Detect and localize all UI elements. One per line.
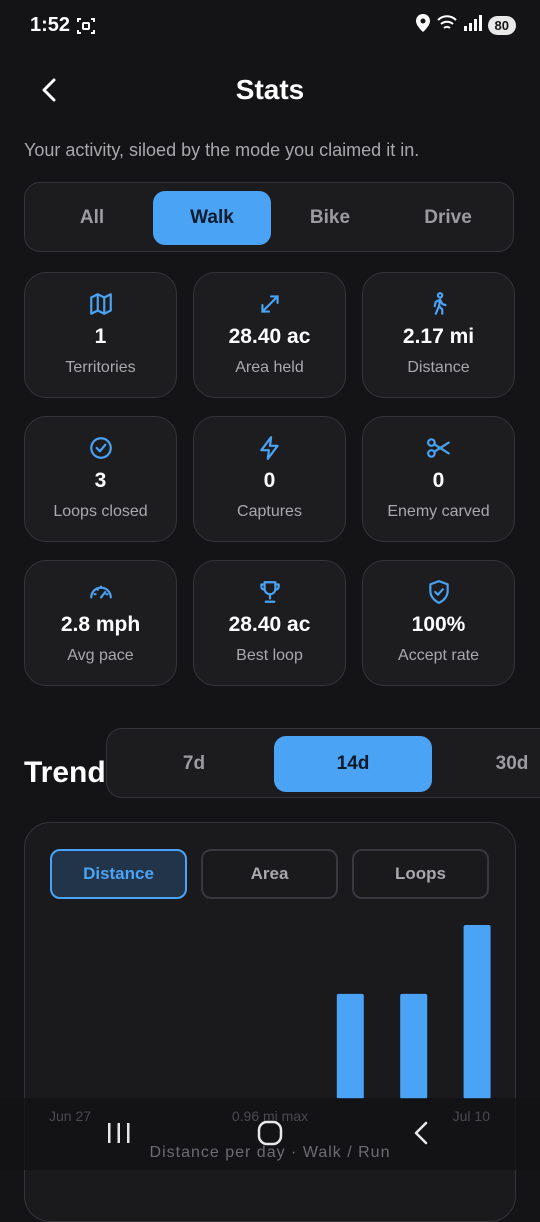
stat-label: Territories bbox=[65, 359, 136, 376]
stat-value: 100% bbox=[411, 613, 466, 636]
stat-tile-enemy-carved: 0 Enemy carved bbox=[362, 416, 515, 542]
stat-value: 2.17 mi bbox=[402, 325, 475, 348]
status-icons: 80 bbox=[415, 14, 516, 37]
check-circle-icon bbox=[25, 435, 176, 461]
chart-caption: Distance per day · Walk / Run bbox=[149, 1144, 391, 1161]
stat-label: Avg pace bbox=[67, 647, 134, 664]
signal-icon bbox=[463, 15, 482, 36]
page-subtitle: Your activity, siloed by the mode you cl… bbox=[24, 140, 420, 160]
stat-tile-loops-closed: 3 Loops closed bbox=[24, 416, 177, 542]
expand-arrows-icon bbox=[194, 291, 345, 317]
stat-tile-area-held: 28.40 ac Area held bbox=[193, 272, 346, 398]
lightning-icon bbox=[194, 435, 345, 461]
status-time: 1:52 bbox=[30, 14, 71, 36]
metric-area-button[interactable]: Area bbox=[201, 849, 338, 899]
stat-label: Best loop bbox=[236, 647, 303, 664]
shield-check-icon bbox=[363, 579, 514, 605]
metric-distance-button[interactable]: Distance bbox=[50, 849, 187, 899]
chart-bar-jul-10 bbox=[463, 925, 491, 1099]
stat-tile-territories: 1 Territories bbox=[24, 272, 177, 398]
range-selector: 7d 14d 30d bbox=[106, 728, 540, 798]
mode-walk-button[interactable]: Walk bbox=[153, 191, 271, 245]
stat-label: Distance bbox=[407, 359, 470, 376]
range-7d-button[interactable]: 7d bbox=[115, 736, 273, 792]
trend-heading: Trend bbox=[24, 756, 106, 789]
stat-tile-captures: 0 Captures bbox=[193, 416, 346, 542]
trophy-icon bbox=[194, 579, 345, 605]
range-14d-button[interactable]: 14d bbox=[274, 736, 432, 792]
mode-selector: All Walk Bike Drive bbox=[24, 182, 514, 252]
stat-label: Accept rate bbox=[398, 647, 479, 664]
recent-apps-icon bbox=[108, 1123, 130, 1143]
stat-label: Loops closed bbox=[53, 503, 148, 520]
page-title: Stats bbox=[235, 74, 305, 105]
map-icon bbox=[25, 291, 176, 317]
metric-loops-button[interactable]: Loops bbox=[352, 849, 489, 899]
stat-value: 3 bbox=[94, 469, 107, 492]
stat-tile-accept-rate: 100% Accept rate bbox=[362, 560, 515, 686]
stat-tile-distance: 2.17 mi Distance bbox=[362, 272, 515, 398]
speedometer-icon bbox=[25, 579, 176, 605]
location-icon bbox=[415, 14, 430, 37]
distance-bar-chart bbox=[336, 925, 491, 1099]
wifi-icon bbox=[436, 14, 458, 37]
stat-tile-avg-pace: 2.8 mph Avg pace bbox=[24, 560, 177, 686]
chart-bar-jul-8 bbox=[400, 993, 428, 1099]
stat-value: 0 bbox=[263, 469, 276, 492]
stat-value: 2.8 mph bbox=[60, 613, 141, 636]
mode-all-button[interactable]: All bbox=[33, 191, 151, 245]
stat-value: 28.40 ac bbox=[228, 613, 311, 636]
walking-person-icon bbox=[363, 291, 514, 317]
stat-label: Enemy carved bbox=[387, 503, 490, 520]
chart-bar-jul-6 bbox=[336, 993, 364, 1099]
scissors-icon bbox=[363, 435, 514, 461]
mode-drive-button[interactable]: Drive bbox=[389, 191, 507, 245]
stat-label: Captures bbox=[237, 503, 302, 520]
x-axis-end-label: Jul 10 bbox=[452, 1108, 490, 1124]
battery-indicator: 80 bbox=[487, 16, 516, 35]
stat-label: Area held bbox=[235, 359, 304, 376]
stat-value: 28.40 ac bbox=[228, 325, 311, 348]
stat-value: 1 bbox=[94, 325, 107, 348]
screenshot-icon bbox=[76, 16, 96, 36]
stat-tile-best-loop: 28.40 ac Best loop bbox=[193, 560, 346, 686]
mode-bike-button[interactable]: Bike bbox=[271, 191, 389, 245]
stat-value: 0 bbox=[432, 469, 445, 492]
range-30d-button[interactable]: 30d bbox=[433, 736, 540, 792]
